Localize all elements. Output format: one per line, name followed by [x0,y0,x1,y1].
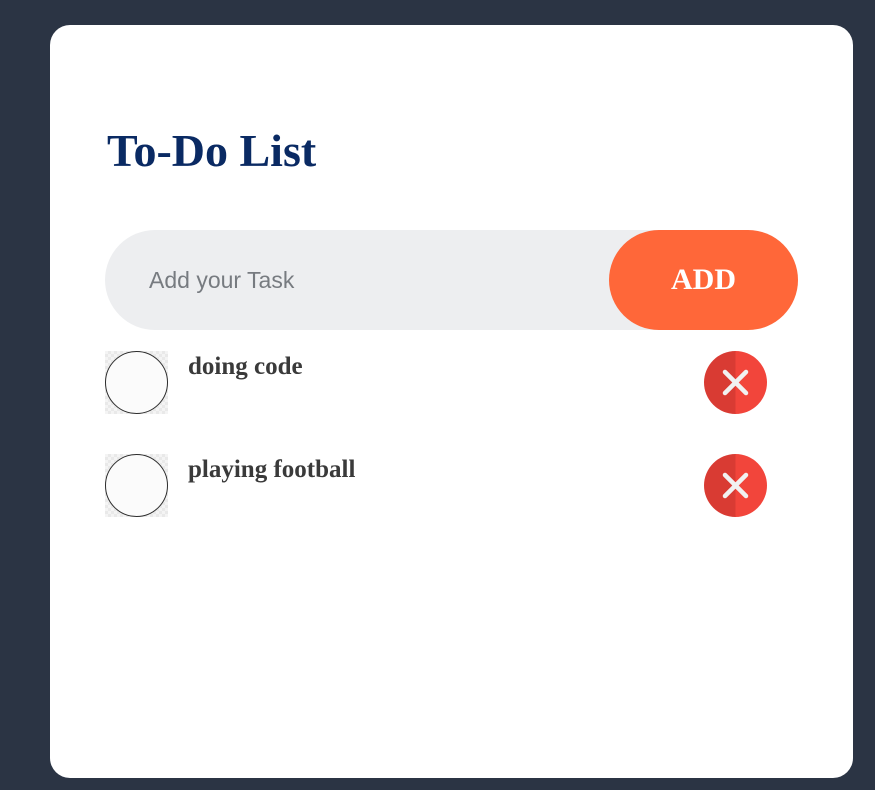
close-icon [722,369,749,396]
task-input[interactable] [149,255,589,305]
page-title: To-Do List [107,125,317,176]
task-list: doing code playing football [105,351,798,557]
task-input-row: ADD [105,230,798,330]
delete-button[interactable] [704,454,767,517]
todo-card: To-Do List ADD doing code playing footba… [50,25,853,778]
add-button[interactable]: ADD [609,230,798,330]
close-icon [722,472,749,499]
list-item[interactable]: doing code [105,351,798,454]
task-checkbox[interactable] [105,454,168,517]
task-text: playing football [188,456,356,483]
task-checkbox[interactable] [105,351,168,414]
delete-button[interactable] [704,351,767,414]
task-text: doing code [188,353,303,380]
list-item[interactable]: playing football [105,454,798,557]
